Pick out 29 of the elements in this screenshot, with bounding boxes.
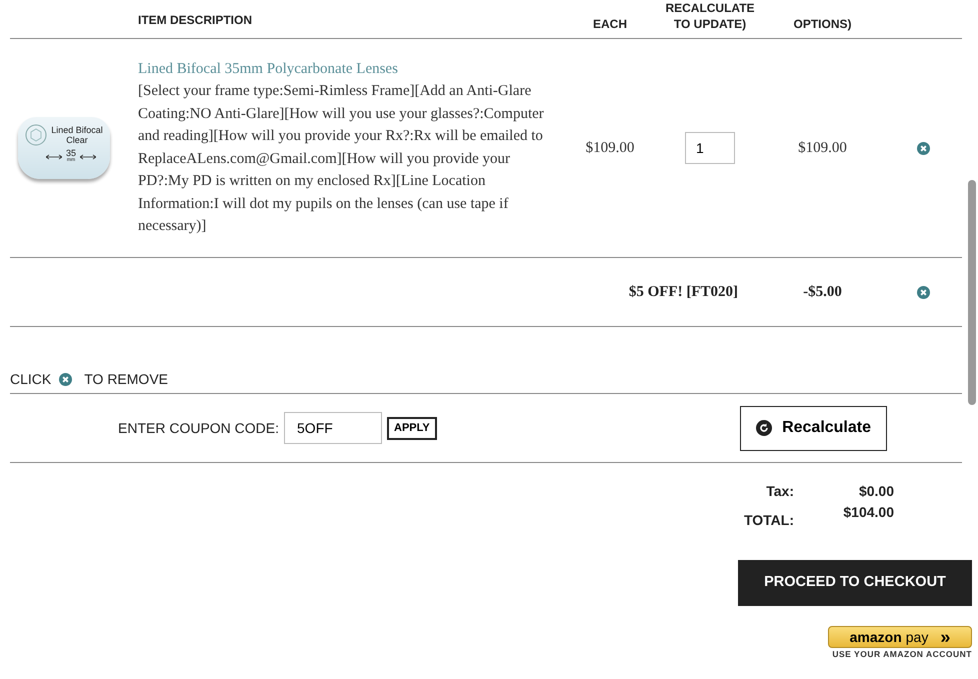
discount-amount: -$5.00	[803, 284, 842, 300]
summary-value: $0.00	[858, 482, 894, 500]
refresh-icon	[756, 420, 772, 436]
amazon-caption: USE YOUR AMAZON ACCOUNT	[832, 648, 972, 661]
unit-price: $109.00	[586, 140, 634, 156]
hint-text: CLICK	[10, 370, 52, 389]
scrollbar-thumb[interactable]	[968, 180, 976, 405]
line-total: $109.00	[798, 140, 847, 156]
coupon-name: $5 OFF! [FT020]	[628, 284, 738, 300]
product-options: [Select your frame type:Semi-Rimless Frame][Add an Anti-Glare Coating:NO Anti-Glare][How will you use your glasses?:Computer and reading][How will you provide your Rx?:Rx will be emailed to ReplaceALens.com@Gmail.com][How will you provide your PD?:My PD is written on my enclosed Rx][Line Location Information:I will dot my pupils on the lenses (can use tape if necessary)]	[138, 80, 560, 238]
remove-icon[interactable]	[917, 286, 930, 298]
summary-label: TOTAL:	[742, 511, 794, 530]
checkout-button[interactable]: PROCEED TO CHECKOUT	[738, 560, 972, 606]
column-header: RECALCULATE TO UPDATE)	[665, 0, 755, 32]
recalculate-button[interactable]: Recalculate	[740, 406, 887, 450]
hint-text: TO REMOVE	[84, 370, 168, 389]
amazon-pay-button[interactable]: amazon pay »	[828, 626, 972, 648]
remove-icon[interactable]	[917, 142, 930, 154]
summary-value: $104.00	[842, 503, 894, 522]
column-header: ITEM DESCRIPTION	[138, 13, 252, 27]
coupon-label: ENTER COUPON CODE:	[118, 418, 280, 438]
quantity-field[interactable]: 1	[685, 132, 735, 164]
apply-button[interactable]: APPLY	[387, 416, 437, 440]
coupon-field[interactable]: 5OFF	[284, 412, 382, 444]
column-header: OPTIONS)	[792, 16, 852, 32]
product-link[interactable]: Lined Bifocal 35mm Polycarbonate Lenses	[138, 58, 560, 80]
remove-icon	[59, 373, 72, 386]
summary-label: Tax:	[765, 482, 794, 500]
column-header: EACH	[592, 16, 627, 32]
